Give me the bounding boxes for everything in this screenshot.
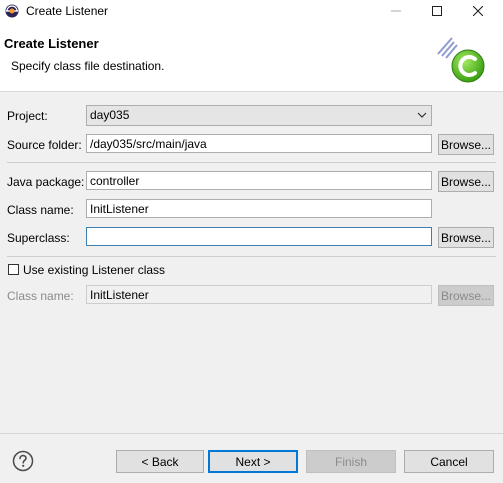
source-folder-label: Source folder: [7,138,82,152]
minimize-button[interactable] [376,0,416,22]
next-button[interactable]: Next > [208,450,298,473]
finish-button: Finish [306,450,396,473]
java-package-label: Java package: [7,175,85,189]
separator [7,256,496,257]
project-label: Project: [7,109,48,123]
window-title: Create Listener [26,4,109,18]
source-folder-field[interactable]: /day035/src/main/java [86,134,432,153]
use-existing-checkbox[interactable] [8,264,19,275]
wizard-banner: Create Listener Specify class file desti… [0,22,503,92]
new-class-wizard-icon [437,37,485,83]
project-combo[interactable]: day035 [86,105,432,126]
existing-class-name-label: Class name: [7,289,74,303]
superclass-field[interactable] [86,227,432,246]
banner-title: Create Listener [4,36,99,51]
source-folder-browse-button[interactable]: Browse... [438,134,494,155]
separator [7,162,496,163]
chevron-down-icon [417,112,427,118]
use-existing-label[interactable]: Use existing Listener class [23,263,165,277]
title-bar: Create Listener [0,0,503,22]
superclass-browse-button[interactable]: Browse... [438,227,494,248]
maximize-button[interactable] [417,0,457,22]
close-button[interactable] [458,0,498,22]
java-package-field[interactable]: controller [86,171,432,190]
java-package-browse-button[interactable]: Browse... [438,171,494,192]
eclipse-app-icon [5,4,19,18]
superclass-label: Superclass: [7,231,70,245]
class-name-field[interactable]: InitListener [86,199,432,218]
cancel-button[interactable]: Cancel [404,450,494,473]
project-value: day035 [90,108,130,122]
help-icon[interactable] [12,450,34,472]
footer-separator [0,433,503,434]
back-button[interactable]: < Back [116,450,204,473]
class-name-label: Class name: [7,203,74,217]
close-icon [473,6,483,16]
maximize-icon [432,6,442,16]
minimize-icon [391,10,401,12]
existing-class-browse-button: Browse... [438,285,494,306]
banner-description: Specify class file destination. [11,59,165,73]
existing-class-name-field: InitListener [86,285,432,304]
